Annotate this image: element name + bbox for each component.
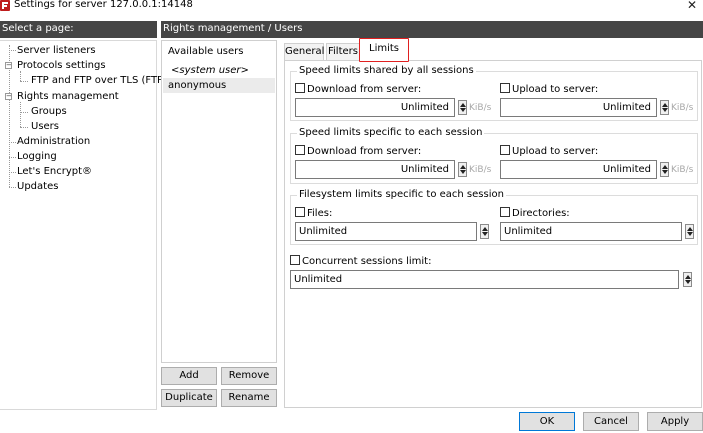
apply-button[interactable]: Apply xyxy=(647,412,703,431)
shared-speed-limits-group: Speed limits shared by all sessions Down… xyxy=(290,65,698,121)
tree-item-rights-management[interactable]: Rights management xyxy=(17,90,119,103)
dirs-limit-label: Directories: xyxy=(512,208,570,219)
checkbox-box[interactable] xyxy=(295,83,305,93)
tree-connector xyxy=(9,50,16,51)
tab-limits[interactable]: Limits xyxy=(359,38,409,62)
close-button[interactable]: ✕ xyxy=(685,0,699,12)
tree-item-ftp-ftps[interactable]: FTP and FTP over TLS (FTPS) xyxy=(31,74,173,87)
dirs-limit-checkbox[interactable]: Directories: xyxy=(500,207,570,219)
checkbox-box[interactable] xyxy=(295,145,305,155)
session-speed-limits-group: Speed limits specific to each session Do… xyxy=(290,127,698,184)
shared-download-label: Download from server: xyxy=(307,84,422,95)
concurrent-sessions-spinner[interactable] xyxy=(683,272,692,287)
session-download-input[interactable]: Unlimited xyxy=(295,160,455,179)
session-download-spinner[interactable] xyxy=(458,162,467,177)
tree-connector xyxy=(9,142,16,143)
session-upload-input[interactable]: Unlimited xyxy=(500,160,657,179)
tree-item-protocols-settings[interactable]: Protocols settings xyxy=(17,59,106,72)
user-item-system[interactable]: <system user> xyxy=(163,63,275,78)
concurrent-sessions-checkbox[interactable]: Concurrent sessions limit: xyxy=(290,255,431,267)
title-bar: Settings for server 127.0.0.1:14148 ✕ xyxy=(0,0,703,14)
add-user-button[interactable]: Add xyxy=(161,367,217,385)
files-limit-checkbox[interactable]: Files: xyxy=(295,207,332,219)
shared-download-unit: KiB/s xyxy=(469,103,492,113)
filesystem-limits-group: Filesystem limits specific to each sessi… xyxy=(290,189,698,245)
users-list-header: Available users xyxy=(168,46,244,57)
shared-download-input[interactable]: Unlimited xyxy=(295,98,455,117)
shared-speed-limits-title: Speed limits shared by all sessions xyxy=(297,65,476,77)
filesystem-limits-title: Filesystem limits specific to each sessi… xyxy=(297,189,506,201)
session-upload-label: Upload to server: xyxy=(512,146,599,157)
tab-general[interactable]: General xyxy=(284,43,324,60)
collapse-protocols-icon[interactable]: − xyxy=(5,62,12,69)
concurrent-sessions-label: Concurrent sessions limit: xyxy=(302,256,432,267)
checkbox-box[interactable] xyxy=(295,207,305,217)
tree-connector xyxy=(20,127,28,128)
session-upload-unit: KiB/s xyxy=(671,165,694,175)
page-breadcrumb-header: Rights management / Users xyxy=(161,21,703,38)
tree-item-updates[interactable]: Updates xyxy=(17,180,58,193)
ok-button[interactable]: OK xyxy=(519,412,575,431)
tree-connector xyxy=(9,172,16,173)
tree-connector xyxy=(9,157,16,158)
tree-item-server-listeners[interactable]: Server listeners xyxy=(17,44,96,57)
duplicate-user-button[interactable]: Duplicate xyxy=(161,389,217,407)
files-limit-label: Files: xyxy=(307,208,333,219)
checkbox-box[interactable] xyxy=(500,207,510,217)
shared-upload-input[interactable]: Unlimited xyxy=(500,98,657,117)
tree-item-lets-encrypt[interactable]: Let's Encrypt® xyxy=(17,165,92,178)
tree-connector xyxy=(20,81,28,82)
remove-user-button[interactable]: Remove xyxy=(221,367,277,385)
tree-connector xyxy=(9,187,16,188)
rename-user-button[interactable]: Rename xyxy=(221,389,277,407)
tree-item-users[interactable]: Users xyxy=(31,120,59,133)
window-title: Settings for server 127.0.0.1:14148 xyxy=(14,0,193,10)
tree-connector xyxy=(20,102,21,127)
tree-connector xyxy=(20,112,28,113)
checkbox-box[interactable] xyxy=(500,145,510,155)
checkbox-box[interactable] xyxy=(290,255,300,265)
tree-item-administration[interactable]: Administration xyxy=(17,135,90,148)
tab-filters[interactable]: Filters xyxy=(326,43,360,60)
tree-connector xyxy=(20,71,21,81)
checkbox-box[interactable] xyxy=(500,83,510,93)
files-limit-spinner[interactable] xyxy=(480,224,489,239)
dirs-limit-input[interactable]: Unlimited xyxy=(500,222,682,241)
concurrent-sessions-input[interactable]: Unlimited xyxy=(290,270,679,289)
user-item-anonymous[interactable]: anonymous xyxy=(163,78,275,93)
shared-upload-unit: KiB/s xyxy=(671,103,694,113)
shared-download-spinner[interactable] xyxy=(458,100,467,115)
files-limit-input[interactable]: Unlimited xyxy=(295,222,477,241)
shared-download-checkbox[interactable]: Download from server: xyxy=(295,83,421,95)
shared-upload-checkbox[interactable]: Upload to server: xyxy=(500,83,598,95)
filezilla-server-icon xyxy=(0,0,10,11)
session-download-unit: KiB/s xyxy=(469,165,492,175)
available-users-list[interactable]: Available users <system user> anonymous xyxy=(161,40,277,363)
cancel-button[interactable]: Cancel xyxy=(583,412,639,431)
session-download-checkbox[interactable]: Download from server: xyxy=(295,145,421,157)
tree-item-logging[interactable]: Logging xyxy=(17,150,57,163)
page-selector-header: Select a page: xyxy=(0,21,157,38)
session-speed-limits-title: Speed limits specific to each session xyxy=(297,127,485,139)
session-download-label: Download from server: xyxy=(307,146,422,157)
shared-upload-spinner[interactable] xyxy=(660,100,669,115)
session-upload-spinner[interactable] xyxy=(660,162,669,177)
tree-item-groups[interactable]: Groups xyxy=(31,105,67,118)
dirs-limit-spinner[interactable] xyxy=(685,224,694,239)
limits-tab-panel: Speed limits shared by all sessions Down… xyxy=(284,60,702,408)
settings-page-tree[interactable]: − − Server listeners Protocols settings … xyxy=(0,40,173,410)
collapse-rights-icon[interactable]: − xyxy=(5,93,12,100)
session-upload-checkbox[interactable]: Upload to server: xyxy=(500,145,598,157)
shared-upload-label: Upload to server: xyxy=(512,84,599,95)
